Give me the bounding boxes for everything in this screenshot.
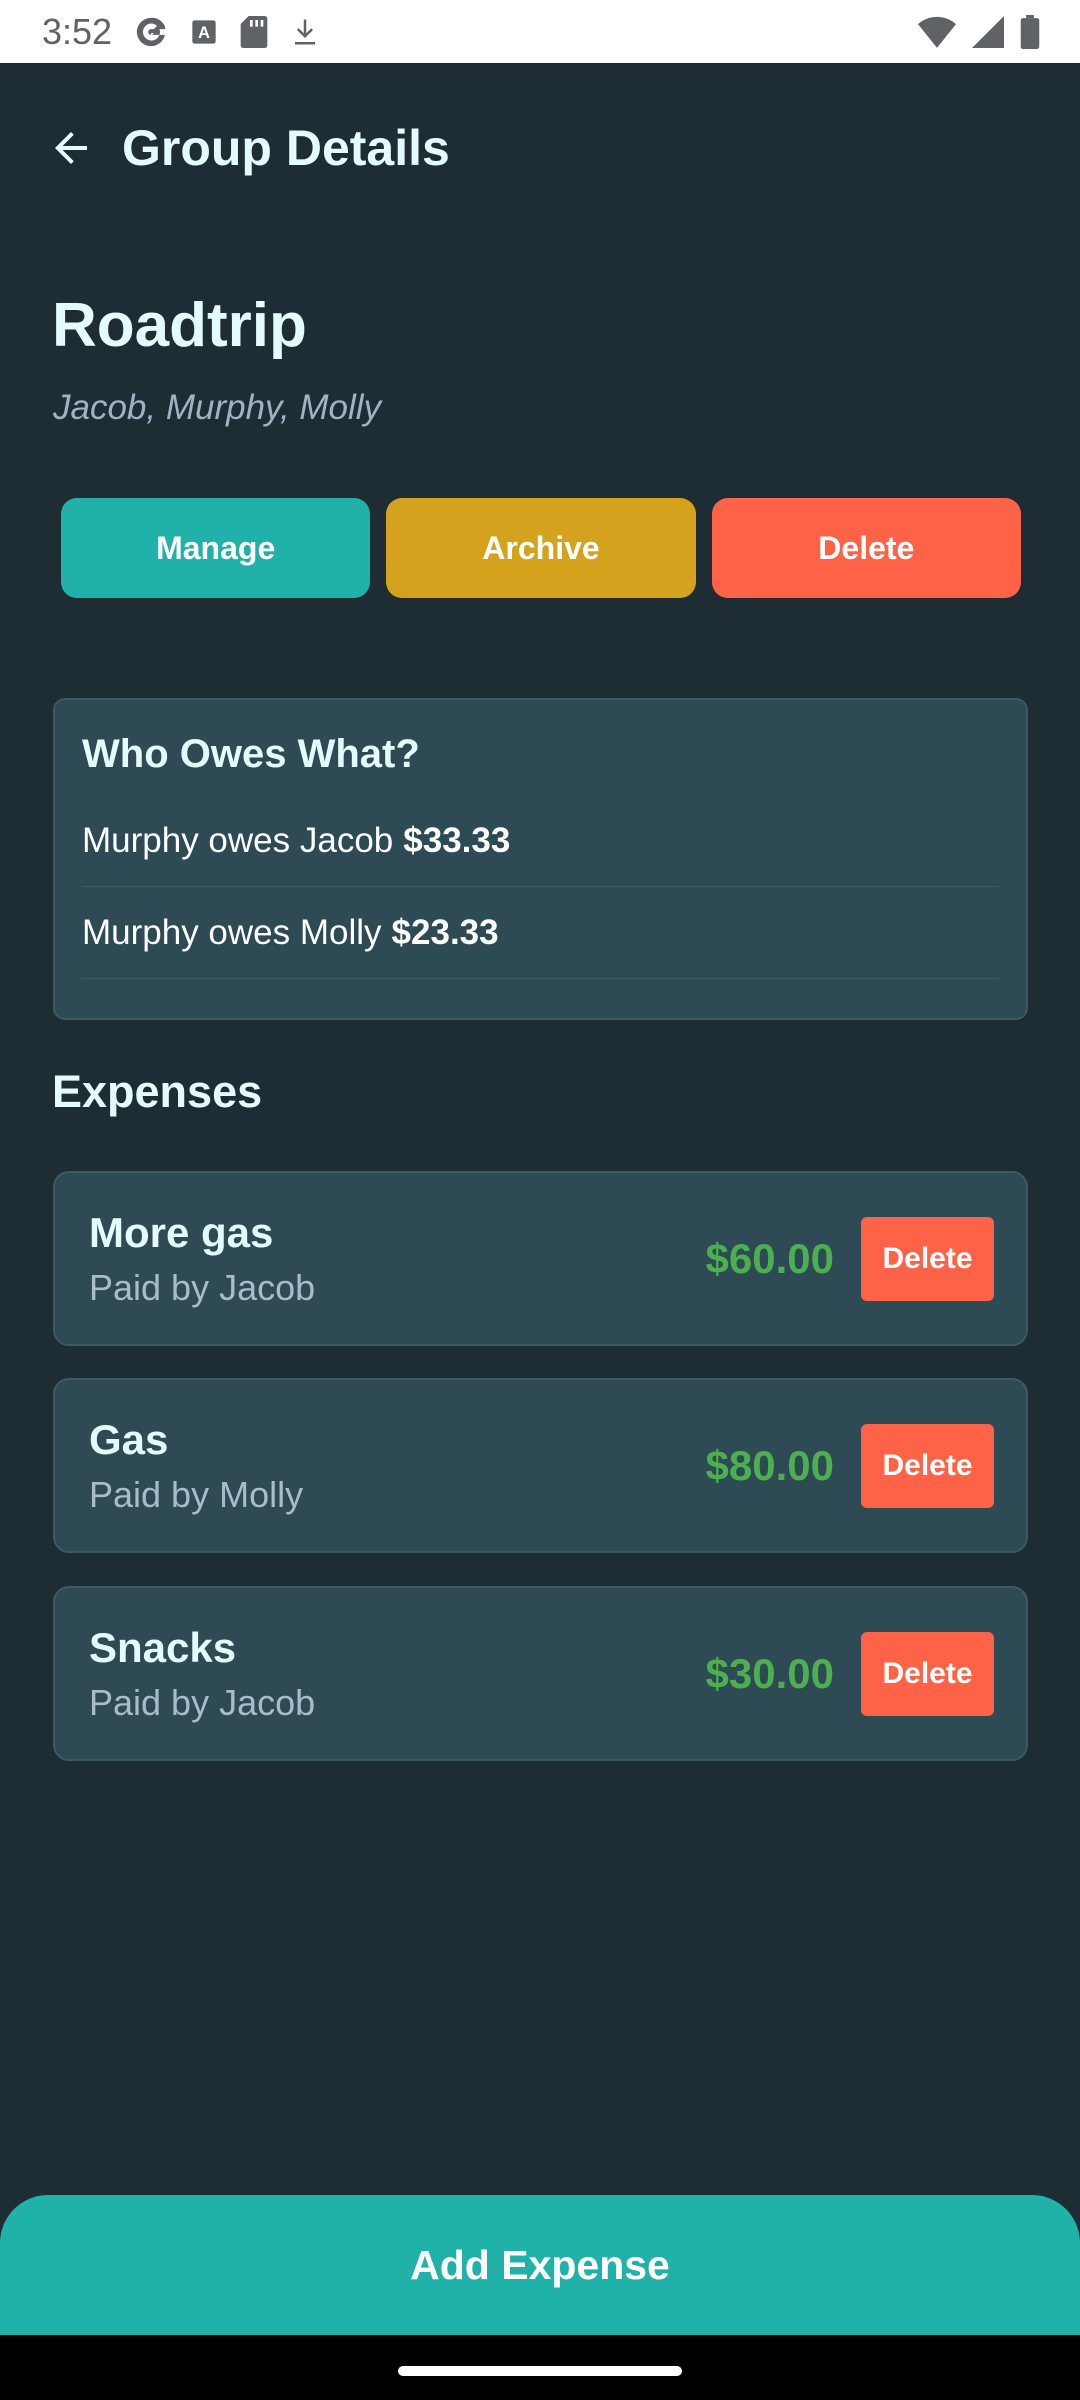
- expense-payer: Paid by Molly: [89, 1473, 304, 1515]
- expense-payer: Paid by Jacob: [89, 1266, 316, 1308]
- app-bar: Group Details: [0, 63, 1080, 233]
- sd-card-icon: [240, 15, 268, 48]
- status-time: 3:52: [42, 10, 113, 52]
- who-owes-title: Who Owes What?: [82, 732, 420, 776]
- owes-row: Murphy owes Molly $23.33: [82, 887, 999, 979]
- expense-info: Snacks Paid by Jacob: [89, 1624, 706, 1724]
- expenses-title: Expenses: [52, 1066, 263, 1117]
- expense-item[interactable]: More gas Paid by Jacob $60.00 Delete: [53, 1171, 1028, 1346]
- archive-button[interactable]: Archive: [386, 498, 696, 598]
- delete-expense-button[interactable]: Delete: [861, 1631, 994, 1716]
- status-bar: 3:52 A: [0, 0, 1080, 63]
- owes-text: Murphy owes Jacob: [82, 820, 394, 860]
- page-title: Group Details: [122, 120, 450, 176]
- google-icon: [134, 15, 168, 49]
- delete-group-button[interactable]: Delete: [711, 498, 1021, 598]
- wifi-icon: [918, 16, 956, 48]
- expense-amount: $80.00: [705, 1441, 834, 1489]
- expense-amount: $60.00: [705, 1234, 834, 1282]
- owes-row: Murphy owes Jacob $33.33: [82, 795, 999, 887]
- signal-icon: [972, 15, 1004, 48]
- delete-expense-button[interactable]: Delete: [861, 1216, 994, 1301]
- status-left: 3:52 A: [42, 11, 320, 53]
- arrow-left-icon: [55, 132, 87, 164]
- group-actions: Manage Archive Delete: [61, 498, 1021, 598]
- owes-amount: $33.33: [403, 820, 511, 860]
- expense-name: More gas: [89, 1208, 274, 1256]
- expense-amount: $30.00: [705, 1649, 834, 1697]
- owes-text: Murphy owes Molly: [82, 912, 382, 952]
- expense-name: Snacks: [89, 1623, 237, 1671]
- expense-info: Gas Paid by Molly: [89, 1416, 706, 1516]
- expense-info: More gas Paid by Jacob: [89, 1209, 706, 1309]
- navigation-bar: [0, 2335, 1080, 2400]
- expense-name: Gas: [89, 1415, 169, 1463]
- svg-text:A: A: [198, 23, 210, 41]
- battery-icon: [1020, 14, 1040, 49]
- owes-amount: $23.33: [391, 912, 499, 952]
- expense-item[interactable]: Gas Paid by Molly $80.00 Delete: [53, 1378, 1028, 1553]
- add-expense-button[interactable]: Add Expense: [0, 2195, 1080, 2335]
- manage-button[interactable]: Manage: [61, 498, 371, 598]
- delete-expense-button[interactable]: Delete: [861, 1423, 994, 1508]
- group-members: Jacob, Murphy, Molly: [53, 388, 382, 427]
- back-button[interactable]: [44, 121, 98, 175]
- status-right: [918, 14, 1040, 49]
- group-name: Roadtrip: [52, 291, 307, 360]
- expense-item[interactable]: Snacks Paid by Jacob $30.00 Delete: [53, 1586, 1028, 1761]
- expense-payer: Paid by Jacob: [89, 1681, 316, 1723]
- font-icon: A: [190, 18, 218, 46]
- download-icon: [290, 15, 320, 49]
- who-owes-card: Who Owes What? Murphy owes Jacob $33.33 …: [53, 698, 1028, 1020]
- home-indicator[interactable]: [398, 2365, 682, 2376]
